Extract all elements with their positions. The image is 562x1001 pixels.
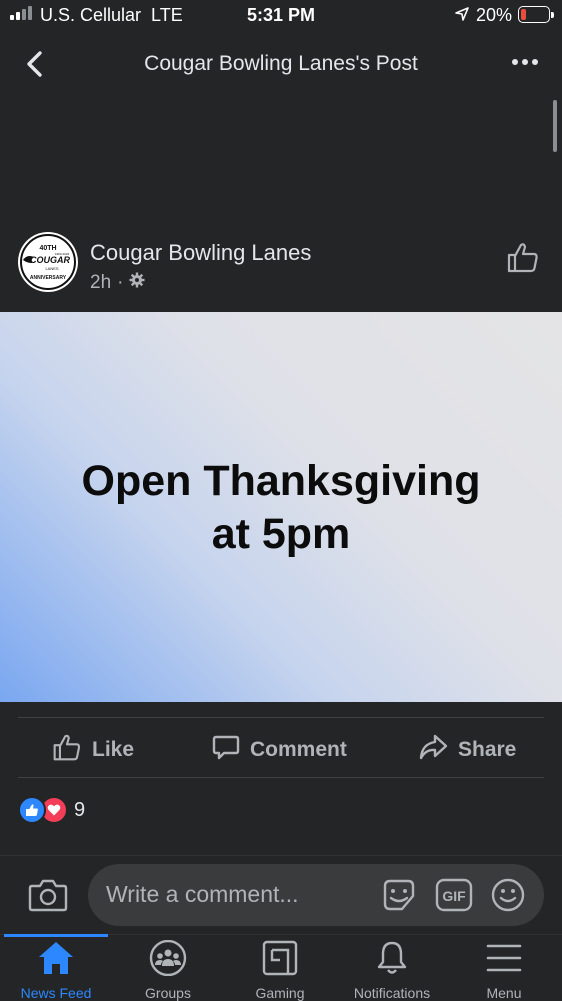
- share-button[interactable]: Share: [418, 728, 516, 772]
- sticker-icon[interactable]: [380, 876, 418, 919]
- more-dots-icon[interactable]: [512, 59, 538, 65]
- post-header-bar: Cougar Bowling Lanes's Post: [0, 32, 562, 96]
- tab-groups[interactable]: Groups: [112, 939, 224, 1001]
- post-time[interactable]: 2h: [90, 272, 111, 294]
- tab-menu[interactable]: Menu: [448, 940, 560, 1001]
- reaction-count: 9: [74, 798, 86, 821]
- reactions-summary[interactable]: 9: [18, 796, 85, 824]
- gif-label: GIF: [442, 888, 466, 904]
- page-name-link[interactable]: Cougar Bowling Lanes: [90, 240, 311, 266]
- comment-placeholder: Write a comment...: [106, 881, 299, 907]
- battery-icon: [518, 6, 554, 23]
- tab-label: Gaming: [255, 985, 305, 1001]
- emoji-icon[interactable]: [489, 876, 527, 919]
- tab-notifications[interactable]: Notifications: [336, 940, 448, 1001]
- avatar[interactable]: 40TH COUGAR 1983-2023 LANES ANNIVERSARY: [18, 232, 78, 292]
- like-button[interactable]: Like: [52, 728, 134, 772]
- like-reaction-icon: [18, 796, 46, 824]
- tab-label: Menu: [486, 985, 522, 1001]
- like-page-icon[interactable]: [506, 240, 540, 279]
- location-arrow-icon: [454, 6, 470, 27]
- gear-icon: [129, 272, 145, 294]
- thumbs-up-icon: [52, 732, 82, 768]
- tab-label: News Feed: [20, 985, 92, 1001]
- tab-label: Notifications: [353, 985, 431, 1001]
- post-text-line-2: at 5pm: [211, 510, 351, 558]
- page-title: Cougar Bowling Lanes's Post: [144, 52, 418, 75]
- camera-icon[interactable]: [28, 877, 68, 918]
- gaming-icon: [261, 940, 299, 981]
- groups-icon: [149, 939, 187, 981]
- logo-years: 1983-2023: [55, 252, 70, 256]
- comment-label: Comment: [250, 738, 347, 761]
- post-meta: 2h ·: [90, 272, 145, 294]
- cougar-logo: 40TH COUGAR 1983-2023 LANES ANNIVERSARY: [20, 234, 76, 290]
- logo-lanes: LANES: [45, 266, 58, 271]
- share-icon: [418, 733, 448, 767]
- battery-level: [521, 9, 526, 20]
- home-icon: [37, 940, 75, 981]
- comment-button[interactable]: Comment: [212, 728, 347, 772]
- gif-button[interactable]: GIF: [435, 876, 473, 919]
- divider: [18, 717, 544, 718]
- logo-40th: 40TH: [39, 245, 56, 252]
- tab-news-feed[interactable]: News Feed: [0, 940, 112, 1001]
- logo-cougar: COUGAR: [30, 255, 70, 265]
- battery-percent: 20%: [476, 5, 513, 25]
- active-tab-indicator: [4, 934, 108, 937]
- tab-label: Groups: [145, 985, 191, 1001]
- menu-icon: [485, 940, 523, 981]
- share-label: Share: [458, 738, 517, 761]
- logo-anniversary: ANNIVERSARY: [30, 275, 67, 281]
- tab-gaming[interactable]: Gaming: [224, 940, 336, 1001]
- scrollbar[interactable]: [553, 100, 557, 152]
- like-label: Like: [92, 738, 135, 761]
- bell-icon: [373, 940, 411, 981]
- meta-separator: ·: [117, 272, 124, 293]
- comment-icon: [212, 733, 240, 767]
- post-text-line-1: Open Thanksgiving: [81, 457, 481, 505]
- divider: [18, 777, 544, 778]
- post-image-text: Open Thanksgiving at 5pm: [0, 455, 562, 561]
